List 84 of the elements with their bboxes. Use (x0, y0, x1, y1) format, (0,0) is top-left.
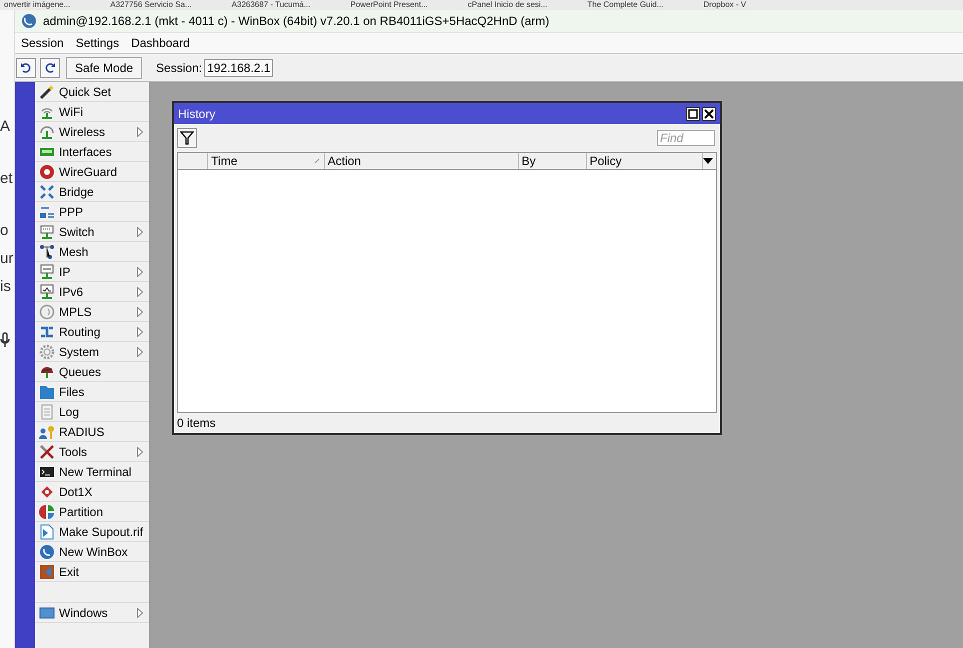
microphone-icon (0, 332, 10, 348)
menu-item[interactable]: PPP (35, 202, 149, 222)
close-icon (704, 108, 714, 118)
exit-icon (39, 564, 55, 580)
menu-item[interactable]: Queues (35, 362, 149, 382)
antenna-icon (39, 124, 55, 140)
window-icon (39, 604, 55, 620)
menu-item[interactable]: Routing (35, 322, 149, 342)
menu-item[interactable]: New WinBox (35, 542, 149, 562)
maximize-icon (688, 108, 698, 118)
redo-button[interactable] (40, 58, 60, 78)
menu-item[interactable]: Dot1X (35, 482, 149, 502)
document-icon (39, 404, 55, 420)
browser-tab-title[interactable]: onvertir imágene... (4, 0, 70, 10)
menu-item[interactable]: WiFi (35, 102, 149, 122)
background-text: ur (0, 250, 14, 267)
find-field[interactable]: Find (657, 130, 715, 146)
background-text: is (0, 278, 11, 295)
window-title: admin@192.168.2.1 (mkt - 4011 c) - WinBox (64bit) v7.20.1 on RB4011iGS+5HacQ2HnD (arm) (43, 14, 550, 28)
menu-item[interactable]: Files (35, 382, 149, 402)
mesh-icon (39, 244, 55, 260)
shield-icon (39, 164, 55, 180)
menu-item[interactable]: Interfaces (35, 142, 149, 162)
background-text: et (0, 170, 13, 187)
globe-icon (39, 544, 55, 560)
session-label: Session: (156, 60, 202, 74)
menu-item[interactable]: MPLS (35, 302, 149, 322)
menu-item[interactable]: Quick Set (35, 82, 149, 102)
folder-icon (39, 384, 55, 400)
menu-item[interactable]: Bridge (35, 182, 149, 202)
menu-item[interactable]: IP (35, 262, 149, 282)
column-header[interactable]: Action (324, 153, 519, 169)
menu-item[interactable]: Tools (35, 442, 149, 462)
app-logo-icon (21, 13, 37, 29)
menu-item[interactable]: Wireless (35, 122, 149, 142)
menu-bar-item[interactable]: Session (21, 36, 64, 50)
monitor-icon (39, 264, 55, 280)
circle-icon (39, 304, 55, 320)
tools-icon (39, 444, 55, 460)
switch-icon (39, 224, 55, 240)
menu-bar-item[interactable]: Settings (76, 36, 120, 50)
bridge-icon (39, 184, 55, 200)
browser-tab-title[interactable]: PowerPoint Present... (350, 0, 428, 10)
redo-icon (44, 62, 56, 74)
browser-tab-title[interactable]: A327756 Servicio Sa... (110, 0, 192, 10)
browser-tab-title[interactable]: A3263687 - Tucumá... (232, 0, 310, 10)
menu-item[interactable]: System (35, 342, 149, 362)
menu-item[interactable]: New Terminal (35, 462, 149, 482)
background-text: o (0, 222, 8, 239)
safe-mode-button[interactable]: Safe Mode (66, 56, 142, 78)
menu-item[interactable]: Partition (35, 502, 149, 522)
window-title: History (178, 106, 216, 120)
session-field[interactable]: 192.168.2.1 (204, 58, 274, 76)
menu-bar-item[interactable]: Dashboard (131, 36, 190, 50)
menu-item[interactable]: Log (35, 402, 149, 422)
menu-item[interactable]: WireGuard (35, 162, 149, 182)
menu-item[interactable]: Exit (35, 562, 149, 582)
column-header[interactable]: Time (208, 153, 325, 169)
browser-tab-title[interactable]: cPanel Inicio de sesi... (468, 0, 548, 10)
document-arrow-icon (39, 524, 55, 540)
column-header[interactable]: By (518, 153, 587, 169)
menu-item[interactable]: Switch (35, 222, 149, 242)
undo-button[interactable] (16, 58, 36, 78)
maximize-button[interactable] (686, 106, 700, 120)
close-button[interactable] (702, 106, 716, 120)
column-header[interactable]: Policy (586, 153, 703, 169)
monitor-icon (39, 284, 55, 300)
filter-button[interactable] (177, 128, 197, 148)
browser-tab-title[interactable]: Dropbox - V (703, 0, 746, 10)
item-count: 0 items (176, 415, 217, 432)
users-key-icon (39, 424, 55, 440)
undo-icon (20, 62, 32, 74)
menu-item[interactable]: Windows (35, 603, 149, 623)
gear-icon (39, 344, 55, 360)
filter-icon (180, 131, 194, 145)
pie-icon (39, 504, 55, 520)
menu-item[interactable]: Mesh (35, 242, 149, 262)
menu-item[interactable]: IPv6 (35, 282, 149, 302)
browser-tab-title[interactable]: The Complete Guid... (587, 0, 664, 10)
wand-icon (39, 84, 55, 100)
column-menu-icon[interactable] (703, 158, 713, 164)
menu-item[interactable]: RADIUS (35, 422, 149, 442)
menu-item[interactable]: Make Supout.rif (35, 522, 149, 542)
background-text: A (0, 118, 10, 135)
